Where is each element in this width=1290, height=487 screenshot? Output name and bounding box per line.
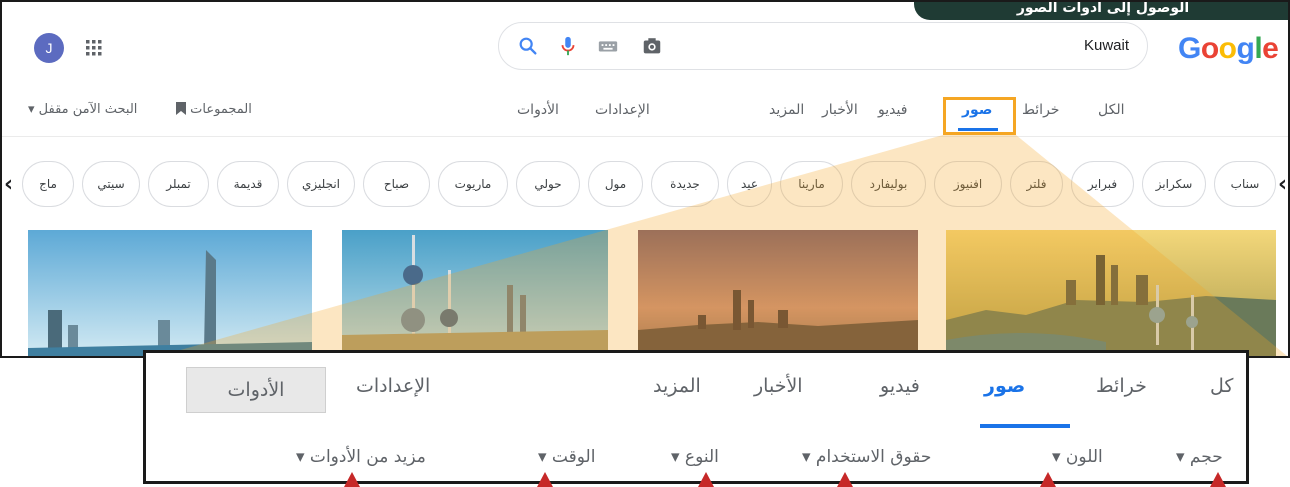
pointer-marker xyxy=(837,472,853,487)
zoom-active-underline xyxy=(980,424,1070,428)
zoom-tab-news[interactable]: الأخبار xyxy=(754,375,803,397)
pointer-marker xyxy=(1210,472,1226,487)
filter-size[interactable]: حجم ▾ xyxy=(1176,447,1223,467)
filter-color[interactable]: اللون ▾ xyxy=(1052,447,1103,467)
pointer-marker xyxy=(344,472,360,487)
zoom-tab-images[interactable]: صور xyxy=(984,375,1025,397)
filter-type[interactable]: النوع ▾ xyxy=(671,447,719,467)
zoom-inset: كل خرائط صور فيديو الأخبار المزيد الإعدا… xyxy=(143,350,1249,484)
zoom-tab-settings[interactable]: الإعدادات xyxy=(356,375,430,397)
zoom-tab-videos[interactable]: فيديو xyxy=(880,375,920,397)
zoom-tab-all[interactable]: كل xyxy=(1210,375,1233,397)
zoom-tab-more[interactable]: المزيد xyxy=(653,375,701,397)
zoom-projection xyxy=(159,135,1288,356)
pointer-marker xyxy=(1040,472,1056,487)
zoom-tab-maps[interactable]: خرائط xyxy=(1096,375,1147,397)
filter-usage-rights[interactable]: حقوق الاستخدام ▾ xyxy=(802,447,931,467)
filter-more-tools[interactable]: مزيد من الأدوات ▾ xyxy=(296,447,426,467)
pointer-marker xyxy=(537,472,553,487)
filter-time[interactable]: الوقت ▾ xyxy=(538,447,595,467)
pointer-marker xyxy=(698,472,714,487)
browser-screenshot: الوصول إلى أدوات الصور Google Kuwait J ا… xyxy=(0,0,1290,358)
zoom-tools-button[interactable]: الأدوات xyxy=(186,367,326,413)
